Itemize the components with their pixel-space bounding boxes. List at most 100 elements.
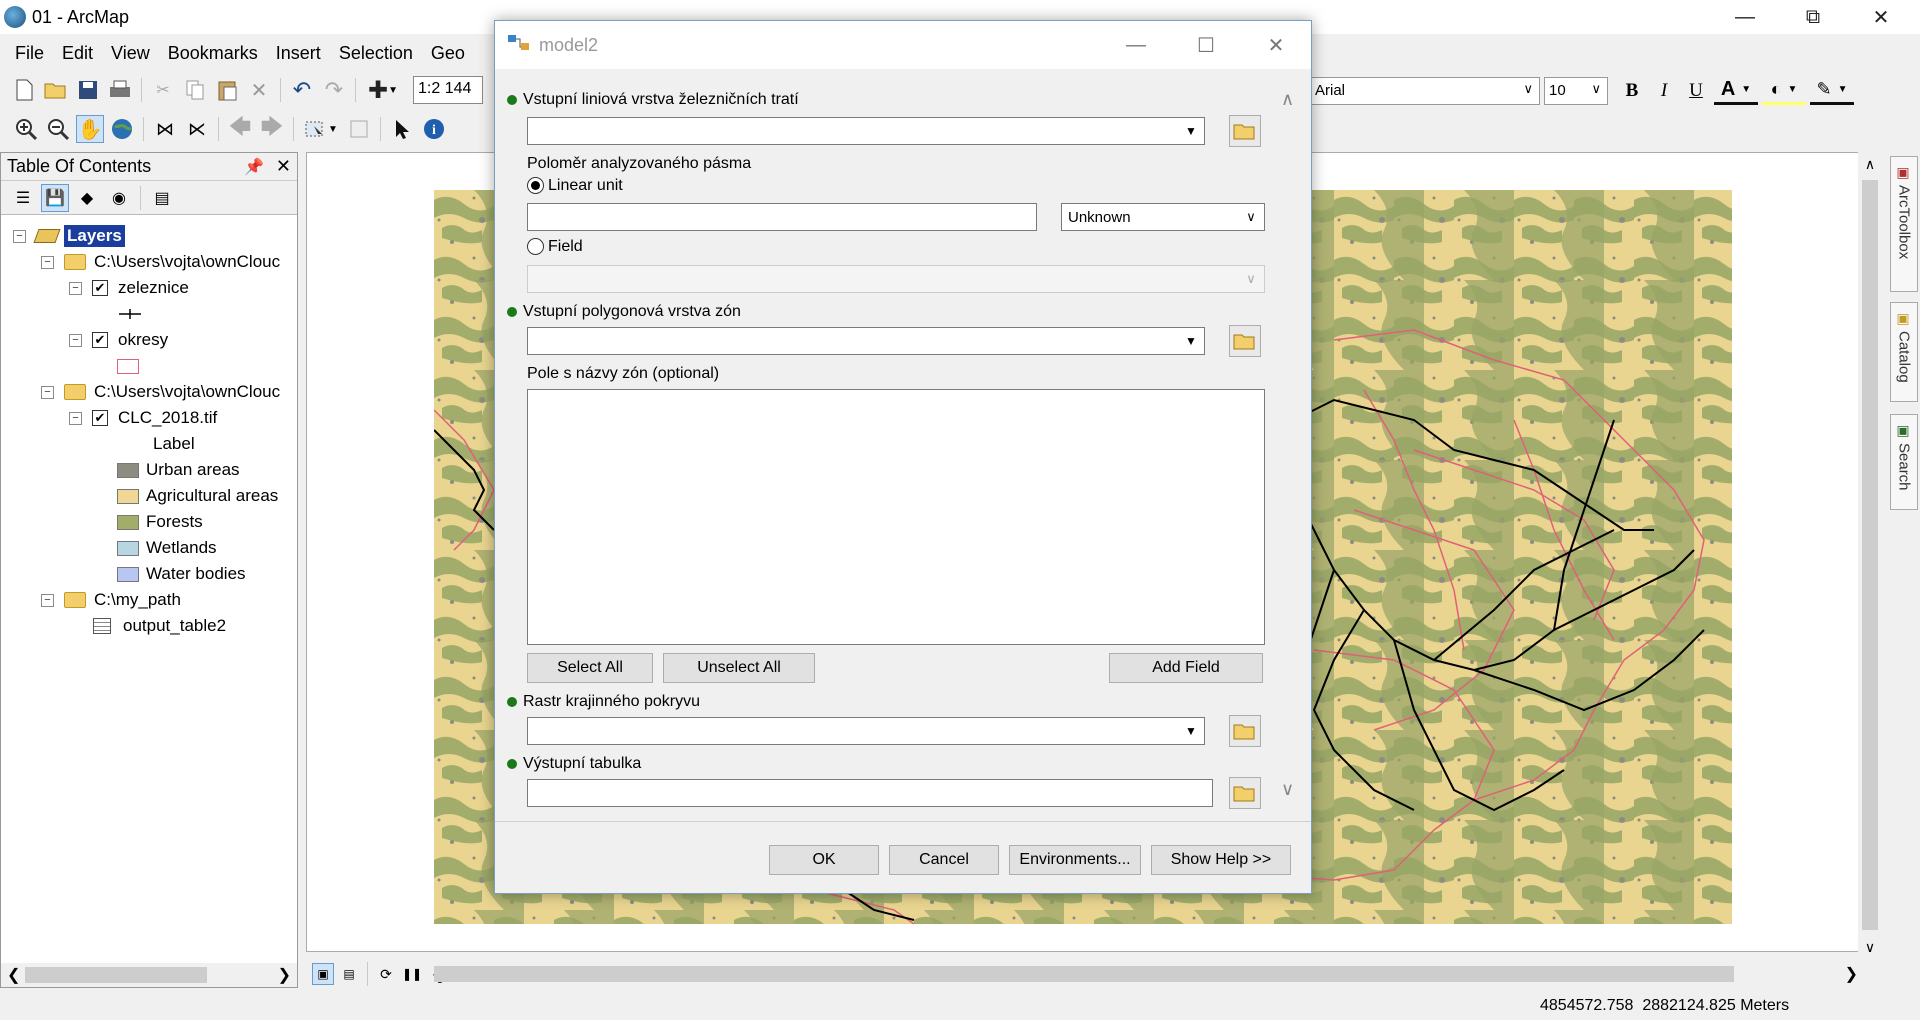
dropdown-arrow-icon[interactable]: ▼ [1180,330,1202,352]
visibility-checkbox[interactable]: ✔ [92,332,108,348]
toc-group[interactable]: − C:\my_path [41,587,181,613]
list-by-selection-icon[interactable]: ◉ [105,184,133,212]
close-panel-icon[interactable]: ✕ [276,156,291,177]
line-color-icon[interactable]: ✎ ▼ [1810,77,1854,105]
restore-button[interactable]: ⧉ [1784,0,1842,34]
unselect-all-button[interactable]: Unselect All [663,653,815,683]
identify-icon[interactable]: i [420,115,448,143]
underline-icon[interactable]: U [1682,77,1710,105]
scroll-thumb[interactable] [434,966,1734,982]
new-document-icon[interactable] [10,76,38,104]
collapse-icon[interactable]: − [69,411,82,425]
italic-icon[interactable]: I [1650,77,1678,105]
menu-bookmarks[interactable]: Bookmarks [159,43,267,64]
list-by-visibility-icon[interactable]: ◆ [73,184,101,212]
dock-tab-catalog[interactable]: ▣ Catalog [1890,302,1918,402]
scroll-right-icon[interactable]: ❯ [1845,964,1858,984]
dialog-close-button[interactable]: ✕ [1247,21,1305,69]
bold-icon[interactable]: B [1618,77,1646,105]
chevron-down-icon[interactable]: ∨ [1240,206,1262,228]
toc-group[interactable]: − C:\Users\vojta\ownClouc [41,249,280,275]
collapse-icon[interactable]: − [41,385,54,399]
zoom-in-icon[interactable] [12,115,40,143]
scroll-up-icon[interactable]: ∧ [1858,156,1882,173]
font-name-combo[interactable]: Arial ∨ [1310,77,1540,105]
dialog-maximize-button[interactable]: ☐ [1177,21,1235,69]
scroll-right-icon[interactable]: ❯ [278,965,291,985]
environments-button[interactable]: Environments... [1009,845,1141,875]
list-by-drawing-order-icon[interactable]: ☰ [9,184,37,212]
fill-color-icon[interactable]: ◐ ▼ [1762,77,1806,105]
radio-linear-unit-button[interactable] [527,177,544,195]
dock-tab-arctoolbox[interactable]: ▣ ArcToolbox [1890,156,1918,292]
toc-layer-zeleznice[interactable]: − ✔ zeleznice [69,275,189,301]
zones-layer-combo[interactable]: ▼ [527,327,1205,355]
list-by-source-icon[interactable]: 💾 [41,183,69,212]
menu-insert[interactable]: Insert [267,43,330,64]
radio-linear-unit[interactable]: Linear unit [527,177,623,195]
map-vertical-scrollbar[interactable]: ∧ ∨ [1858,152,1882,960]
show-help-button[interactable]: Show Help >> [1151,845,1291,875]
dock-tab-search[interactable]: ▣ Search [1890,414,1918,510]
select-elements-arrow-icon[interactable] [388,115,416,143]
select-features-icon[interactable]: ▼ [301,115,341,143]
menu-edit[interactable]: Edit [53,43,102,64]
toc-table-output[interactable]: output_table2 [93,613,226,639]
collapse-icon[interactable]: − [69,281,82,295]
dropdown-arrow-icon[interactable]: ▼ [1180,120,1202,142]
redo-icon[interactable]: ↷ [320,76,348,104]
ok-button[interactable]: OK [769,845,879,875]
raster-combo[interactable]: ▼ [527,717,1205,745]
scroll-thumb[interactable] [1862,180,1878,930]
visibility-checkbox[interactable]: ✔ [92,410,108,426]
open-icon[interactable] [42,76,70,104]
dialog-scroll-down-icon[interactable]: ∨ [1281,779,1294,800]
copy-icon[interactable] [181,76,209,104]
linear-unit-input[interactable] [527,203,1037,231]
paste-icon[interactable] [213,76,241,104]
close-window-button[interactable]: ✕ [1852,0,1910,34]
menu-geoprocessing[interactable]: Geo [422,43,474,64]
add-data-icon[interactable]: ✚ ▼ [363,76,403,104]
scale-combo[interactable]: 1:2 144 [413,76,483,104]
layout-view-icon[interactable]: ▤ [338,963,360,985]
cut-icon[interactable]: ✂ [149,76,177,104]
collapse-icon[interactable]: − [41,593,54,607]
zone-field-list[interactable] [527,389,1265,645]
delete-icon[interactable]: ✕ [245,76,273,104]
unit-select[interactable]: Unknown ∨ [1061,203,1265,231]
fixed-zoom-in-icon[interactable]: ⋈ [151,115,179,143]
pan-hand-icon[interactable]: ✋ [76,115,104,143]
font-color-icon[interactable]: A ▼ [1714,77,1758,105]
back-extent-icon[interactable]: 🡄 [226,114,254,143]
scroll-left-icon[interactable]: ❮ [7,965,20,985]
options-icon[interactable]: ▤ [148,184,176,212]
select-all-button[interactable]: Select All [527,653,653,683]
collapse-icon[interactable]: − [13,229,26,243]
menu-view[interactable]: View [102,43,159,64]
dropdown-arrow-icon[interactable]: ▼ [1180,720,1202,742]
collapse-icon[interactable]: − [41,255,54,269]
browse-zones-button[interactable] [1229,325,1261,357]
cancel-button[interactable]: Cancel [889,845,999,875]
clear-selection-icon[interactable] [345,115,373,143]
map-horizontal-scrollbar[interactable]: ▣ ▤ ⟳ ❚❚ ❮ ❯ [306,960,1876,988]
toc-group[interactable]: − C:\Users\vojta\ownClouc [41,379,280,405]
browse-raster-button[interactable] [1229,715,1261,747]
undo-icon[interactable]: ↶ [288,76,316,104]
print-icon[interactable] [106,76,134,104]
full-extent-globe-icon[interactable] [108,115,136,143]
data-view-icon[interactable]: ▣ [312,963,334,985]
rail-layer-combo[interactable]: ▼ [527,117,1205,145]
menu-selection[interactable]: Selection [330,43,422,64]
radio-field-button[interactable] [527,238,544,256]
visibility-checkbox[interactable]: ✔ [92,280,108,296]
toc-horizontal-scrollbar[interactable]: ❮ ❯ [1,963,297,987]
forward-extent-icon[interactable]: 🡆 [258,114,286,143]
save-icon[interactable] [74,76,102,104]
pause-drawing-icon[interactable]: ❚❚ [401,963,423,985]
toc-layer-clc[interactable]: − ✔ CLC_2018.tif [69,405,217,431]
dialog-scroll-up-icon[interactable]: ∧ [1281,89,1294,110]
collapse-icon[interactable]: − [69,333,82,347]
output-table-input[interactable] [527,779,1213,807]
